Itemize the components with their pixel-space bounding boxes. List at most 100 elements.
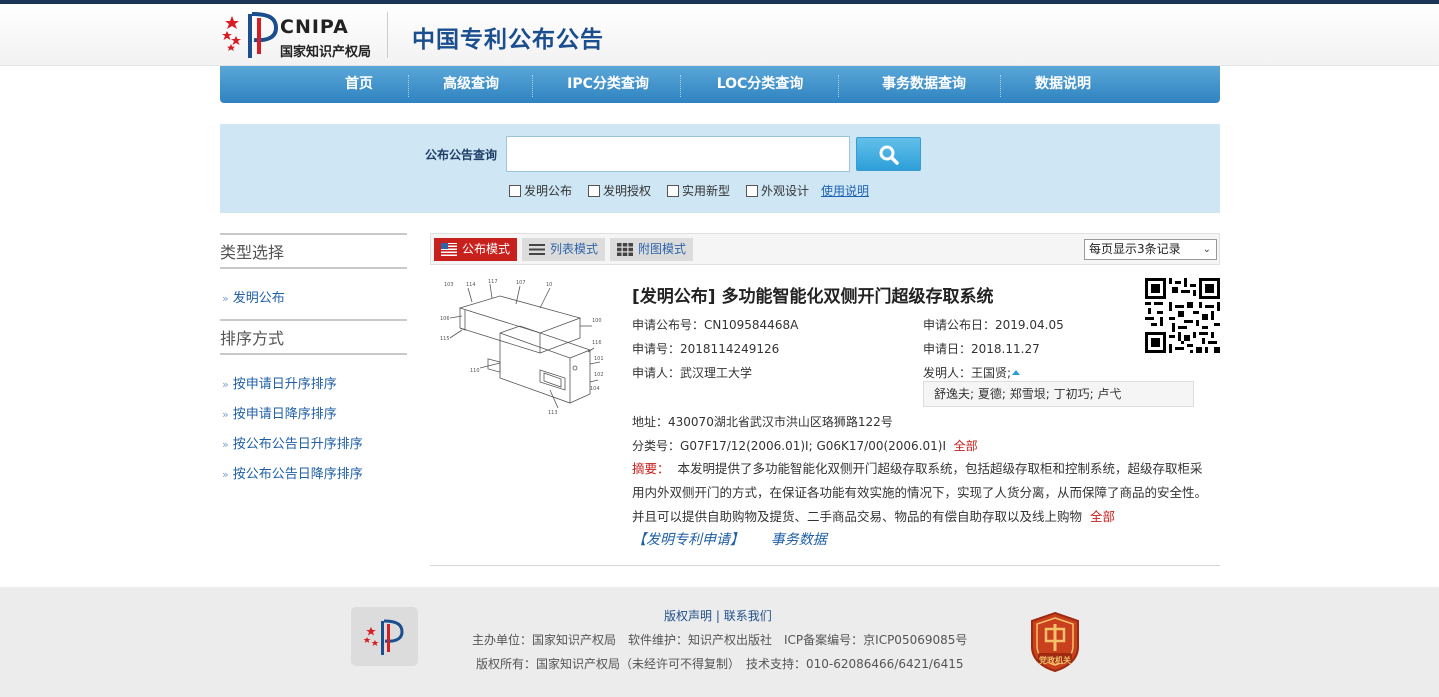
field-value: 2018114249126 xyxy=(680,342,780,356)
sidebar-item-invention-publication[interactable]: » 发明公布 xyxy=(222,287,285,306)
sidebar-item-sort-app-date-asc[interactable]: » 按申请日升序排序 xyxy=(222,373,337,392)
svg-text:10: 10 xyxy=(546,282,552,288)
sort-heading: 排序方式 xyxy=(220,319,407,355)
transaction-data-link[interactable]: 事务数据 xyxy=(771,532,827,548)
nav-separator xyxy=(838,75,839,97)
field-value: 2018.11.27 xyxy=(971,342,1040,356)
chevron-down-icon: ⌄ xyxy=(1202,244,1211,255)
main-nav: 首页 高级查询 IPC分类查询 LOC分类查询 事务数据查询 数据说明 xyxy=(220,66,1220,103)
double-chevron-icon: » xyxy=(222,292,229,305)
nav-item-ipc-search[interactable]: IPC分类查询 xyxy=(548,66,668,103)
abstract-show-all-link[interactable]: 全部 xyxy=(1090,509,1115,524)
patent-drawing-thumbnail[interactable]: 103 114 117 107 10 106 115 100 116 101 102 104 11… xyxy=(440,278,610,418)
contact-us-link[interactable]: 联系我们 xyxy=(724,609,772,623)
abstract-block: 摘要： 本发明提供了多功能智能化双侧开门超级存取系统，包括超级存取柜和控制系统，… xyxy=(632,457,1212,529)
publication-mode-button[interactable]: 公布模式 xyxy=(434,238,517,261)
checkbox-label: 发明公布 xyxy=(524,184,573,198)
checkbox-box[interactable] xyxy=(509,185,521,197)
field-label: 分类号： xyxy=(632,439,681,453)
logo-chinese-name: 国家知识产权局 xyxy=(280,45,372,60)
per-page-select[interactable]: 每页显示3条记录 ⌄ xyxy=(1084,239,1217,260)
site-header: CNIPA 国家知识产权局 中国专利公布公告 xyxy=(0,4,1439,66)
app-date-field: 申请日：2018.11.27 xyxy=(923,340,1040,357)
checkbox-box[interactable] xyxy=(667,185,679,197)
address-field: 地址：430070湖北省武汉市洪山区珞狮路122号 xyxy=(632,413,893,430)
nav-item-home[interactable]: 首页 xyxy=(304,66,414,103)
field-label: 申请日： xyxy=(923,342,972,356)
checkbox-design[interactable]: 外观设计 xyxy=(746,182,809,200)
field-label: 申请公布号： xyxy=(632,318,705,332)
double-chevron-icon: » xyxy=(222,468,229,481)
sidebar-item-sort-app-date-desc[interactable]: » 按申请日降序排序 xyxy=(222,403,337,422)
government-agency-badge[interactable]: 党政机关 xyxy=(1028,611,1082,673)
field-value: G07F17/12(2006.01)I; G06K17/00(2006.01)I xyxy=(680,439,946,453)
applicant-field: 申请人：武汉理工大学 xyxy=(632,364,752,381)
nav-item-data-description[interactable]: 数据说明 xyxy=(1008,66,1118,103)
checkbox-label: 外观设计 xyxy=(761,184,810,198)
drawing-mode-button[interactable]: 附图模式 xyxy=(610,238,693,261)
checkbox-box[interactable] xyxy=(746,185,758,197)
checkbox-box[interactable] xyxy=(588,185,600,197)
search-panel: 公布公告查询 发明公布 发明授权 实用新型 外观设计 使用说明 xyxy=(220,124,1220,213)
mode-label: 公布模式 xyxy=(462,242,511,256)
logo-english-name: CNIPA xyxy=(280,16,349,38)
abstract-text: 本发明提供了多功能智能化双侧开门超级存取系统，包括超级存取柜和控制系统，超级存取… xyxy=(632,461,1208,524)
field-label: 发明人： xyxy=(923,366,972,380)
abstract-label: 摘要： xyxy=(632,461,670,476)
pub-no-field: 申请公布号：CN109584468A xyxy=(632,316,798,333)
checkbox-utility-model[interactable]: 实用新型 xyxy=(667,182,730,200)
checkbox-invention-grant[interactable]: 发明授权 xyxy=(588,182,651,200)
result-title[interactable]: [发明公布] 多功能智能化双侧开门超级存取系统 xyxy=(632,282,993,307)
field-label: 地址： xyxy=(632,415,669,429)
sidebar-item-label: 按公布公告日升序排序 xyxy=(232,437,363,452)
svg-text:107: 107 xyxy=(516,280,526,286)
sidebar-item-label: 按申请日降序排序 xyxy=(232,407,337,422)
grid-icon xyxy=(617,243,633,256)
usage-help-link[interactable]: 使用说明 xyxy=(821,182,869,200)
classification-show-all-link[interactable]: 全部 xyxy=(954,439,978,453)
double-chevron-icon: » xyxy=(222,438,229,451)
cnipa-logo[interactable]: CNIPA 国家知识产权局 xyxy=(222,10,390,60)
field-value: 武汉理工大学 xyxy=(680,366,753,380)
inventor-field: 发明人：王国贤; xyxy=(923,364,1021,381)
checkbox-label: 实用新型 xyxy=(682,184,731,198)
nav-item-advanced-search[interactable]: 高级查询 xyxy=(416,66,526,103)
svg-text:113: 113 xyxy=(548,410,558,416)
svg-text:104: 104 xyxy=(590,386,600,392)
app-no-field: 申请号：2018114249126 xyxy=(632,340,779,357)
svg-text:110: 110 xyxy=(470,368,480,374)
sidebar-item-sort-pub-date-asc[interactable]: » 按公布公告日升序排序 xyxy=(222,433,363,452)
nav-item-transaction-search[interactable]: 事务数据查询 xyxy=(854,66,994,103)
search-input[interactable] xyxy=(506,136,850,172)
header-divider xyxy=(387,12,388,58)
sidebar-item-label: 发明公布 xyxy=(232,291,285,306)
footer-logo xyxy=(351,607,418,666)
mode-label: 附图模式 xyxy=(638,242,687,256)
invention-application-link[interactable]: 【发明专利申请】 xyxy=(632,532,744,548)
nav-separator xyxy=(408,75,409,97)
checkbox-invention-publication[interactable]: 发明公布 xyxy=(509,182,572,200)
sidebar-item-sort-pub-date-desc[interactable]: » 按公布公告日降序排序 xyxy=(222,463,363,482)
search-icon xyxy=(879,145,899,165)
field-value: 王国贤; xyxy=(971,366,1012,380)
cnipa-emblem-icon xyxy=(363,619,404,655)
field-value: 2019.04.05 xyxy=(995,318,1064,332)
field-label: 申请人： xyxy=(632,366,681,380)
list-icon xyxy=(529,244,545,255)
footer-sponsor-line: 主办单位：国家知识产权局 软件维护：知识产权出版社 ICP备案编号：京ICP05… xyxy=(472,633,968,647)
inventors-expanded-list: 舒逸夫; 夏德; 郑雪垠; 丁初巧; 卢弋 xyxy=(923,381,1194,407)
sidebar-item-label: 按公布公告日降序排序 xyxy=(232,467,363,482)
sidebar-item-label: 按申请日升序排序 xyxy=(232,377,337,392)
site-footer: 版权声明 | 联系我们 主办单位：国家知识产权局 软件维护：知识产权出版社 IC… xyxy=(0,587,1439,697)
collapse-triangle-icon[interactable] xyxy=(1012,370,1021,375)
field-value: 430070湖北省武汉市洪山区珞狮路122号 xyxy=(668,415,893,429)
search-button[interactable] xyxy=(856,137,921,171)
nav-item-loc-search[interactable]: LOC分类查询 xyxy=(700,66,820,103)
result-item: 103 114 117 107 10 106 115 100 116 101 102 104 11… xyxy=(430,266,1220,566)
classification-field: 分类号：G07F17/12(2006.01)I; G06K17/00(2006.… xyxy=(632,437,978,454)
nav-separator xyxy=(532,75,533,97)
list-mode-button[interactable]: 列表模式 xyxy=(522,238,605,261)
badge-label: 党政机关 xyxy=(1039,656,1071,665)
per-page-value: 每页显示3条记录 xyxy=(1089,242,1181,256)
copyright-link[interactable]: 版权声明 xyxy=(664,609,712,623)
